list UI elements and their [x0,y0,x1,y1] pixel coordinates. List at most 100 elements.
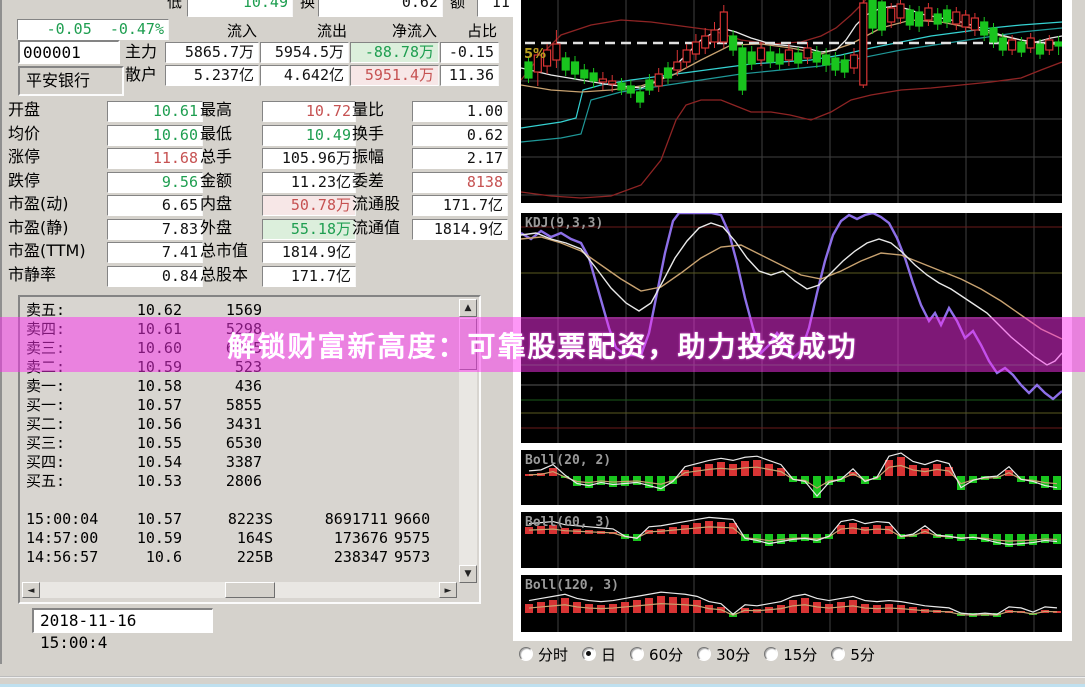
orderbook-row: 买四:10.543387 [20,453,479,472]
radio-icon[interactable] [582,647,596,661]
boll120-indicator-chart[interactable]: Boll(120, 3) [521,575,1062,632]
quote-value-cut: 10.49 [187,0,293,17]
quote-label: 总股本 [200,265,248,285]
tick-amount: 8691711 [278,510,388,529]
orderbook-price: 10.58 [90,377,182,396]
quote-label: 委差 [352,171,384,191]
stock-terminal-window: 低10.49换0.62额11.23亿 -0.05 -0.47% 流入 流出 净流… [0,0,1085,687]
orderbook-price: 10.57 [90,396,182,415]
stock-name-button[interactable]: 平安银行 [18,66,124,96]
period-option-5分[interactable]: 5分 [831,644,875,665]
fundflow-net-value: -88.78万 [350,42,439,63]
fundflow-header-net: 净流入 [350,20,437,41]
quote-value: 10.72 [262,101,356,122]
scroll-down-button[interactable]: ▼ [459,565,477,583]
quote-label: 内盘 [200,194,232,214]
quote-label: 振幅 [352,147,384,167]
orderbook-level-label: 卖一: [26,377,65,396]
tick-sequence: 9660 [394,510,430,529]
orderbook-row: 买二: 10.563431 [20,415,479,434]
orderbook-row: 买五:10.532806 [20,472,479,491]
period-label: 60分 [649,644,683,665]
tick-price: 10.57 [100,510,182,529]
change-percent: -0.47% [110,20,164,38]
radio-icon[interactable] [630,647,644,661]
tick-price: 10.59 [100,529,182,548]
radio-icon[interactable] [764,647,778,661]
orderbook-volume: 3387 [180,453,262,472]
orderbook-level-label: 买三: [26,434,65,453]
orderbook-row: 卖一: 10.58436 [20,377,479,396]
radio-icon[interactable] [519,647,533,661]
tick-row: 14:56:5710.6225B2383479573 [20,548,479,567]
quote-label: 总市值 [200,241,248,261]
orderbook-level-label: 买二: [26,415,65,434]
radio-icon[interactable] [831,647,845,661]
quote-value: 11.68 [107,148,203,169]
quote-value: 1814.9亿 [262,242,356,263]
radio-icon[interactable] [697,647,711,661]
tick-row: 15:00:0410.578223S86917119660 [20,510,479,529]
quote-value: 7.41 [107,242,203,263]
tick-time: 14:56:57 [26,548,98,567]
quote-value: 10.60 [107,125,203,146]
quote-label: 总手 [200,147,232,167]
quote-label-cut: 换 [300,0,315,14]
tick-amount: 238347 [278,548,388,567]
tick-volume: 8223S [185,510,273,529]
candlestick-chart[interactable]: 5% [521,0,1062,203]
quote-label: 开盘 [8,100,40,120]
period-option-15分[interactable]: 15分 [764,644,817,665]
svg-text:Boll(20, 2): Boll(20, 2) [525,453,611,468]
scroll-right-button[interactable]: ► [439,582,457,598]
quote-label: 涨停 [8,147,40,167]
orderbook-volume: 3431 [180,415,262,434]
quote-value: 11.23亿 [262,172,356,193]
tick-time: 14:57:00 [26,529,98,548]
quote-value: 171.7亿 [412,195,508,216]
quote-value: 6.65 [107,195,203,216]
quote-value: 0.62 [412,125,508,146]
quote-value: 1.00 [412,101,508,122]
svg-text:KDJ(9,3,3): KDJ(9,3,3) [525,216,603,231]
quote-value: 1814.9亿 [412,219,508,240]
fundflow-inflow-value: 5.237亿 [165,65,259,86]
period-label: 日 [601,644,616,665]
fundflow-row-label: 主力 [125,42,157,62]
orderbook-volume: 436 [180,377,262,396]
quote-label: 外盘 [200,218,232,238]
fundflow-header-ratio: 占比 [440,20,497,41]
boll60-indicator-chart[interactable]: Boll(60, 3) [521,512,1062,568]
quote-value-cut: 0.62 [318,0,443,17]
quote-value: 2.17 [412,148,508,169]
quote-label: 市盈(动) [8,194,69,214]
horizontal-scroll-thumb[interactable] [225,582,275,598]
fundflow-header-inflow: 流入 [165,20,257,41]
tick-volume: 164S [185,529,273,548]
fundflow-ratio-value: 11.36 [440,65,499,86]
orderbook-row: 买一:10.575855 [20,396,479,415]
quote-label-cut: 低 [167,0,182,14]
period-option-分时[interactable]: 分时 [519,644,568,665]
fundflow-ratio-value: -0.15 [440,42,499,63]
period-option-30分[interactable]: 30分 [697,644,750,665]
period-option-60分[interactable]: 60分 [630,644,683,665]
scroll-left-button[interactable]: ◄ [22,582,40,598]
stock-code-input[interactable] [18,40,120,64]
fundflow-header-outflow: 流出 [260,20,347,41]
promo-banner[interactable]: 解锁财富新高度：可靠股票配资，助力投资成功 [0,317,1085,372]
orderbook-level-label: 买四: [26,453,65,472]
scroll-up-button[interactable]: ▲ [459,299,477,317]
quote-value: 10.61 [107,101,203,122]
price-change-field: -0.05 -0.47% [17,19,169,40]
bottom-divider [0,676,1085,678]
fundflow-net-value: 5951.4万 [350,65,439,86]
boll20-indicator-chart[interactable]: Boll(20, 2) [521,450,1062,505]
quote-label: 跌停 [8,171,40,191]
period-option-日[interactable]: 日 [582,644,616,665]
quote-value: 105.96万 [262,148,356,169]
orderbook-price: 10.56 [90,415,182,434]
svg-text:5%: 5% [524,47,546,62]
orderbook-volume: 5855 [180,396,262,415]
quote-value: 55.18万 [262,219,356,240]
